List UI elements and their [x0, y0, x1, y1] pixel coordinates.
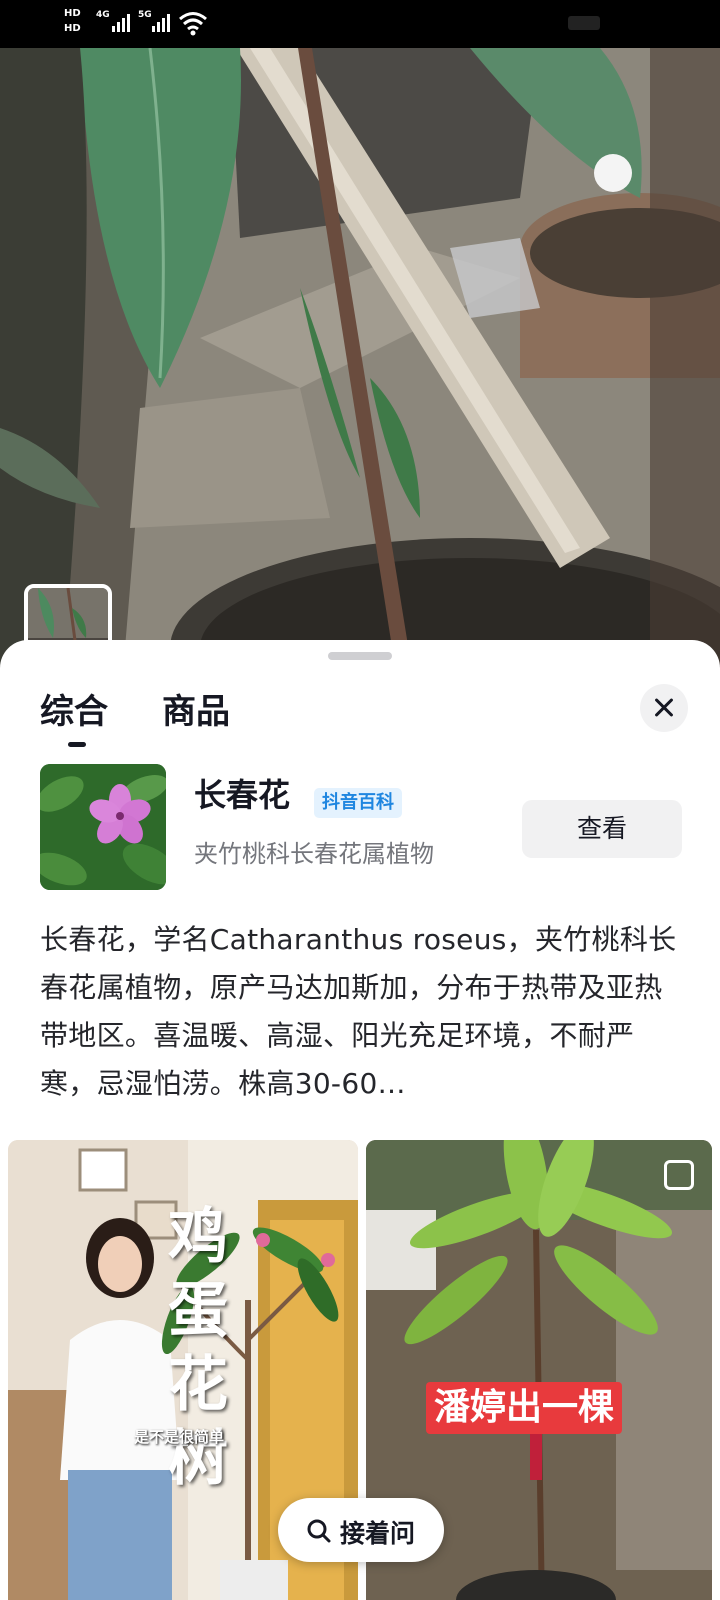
card-1-title: 鸡蛋花树	[168, 1202, 228, 1494]
result-sheet: 综合 商品 长春花 抖音百科 夹竹桃科长春花属植物 查看 长春花，学名Catha…	[0, 640, 720, 1600]
hd-label-1: HD	[64, 8, 81, 19]
result-description[interactable]: 长春花，学名Catharanthus roseus，夹竹桃科长春花属植物，原产马…	[40, 916, 684, 1108]
sheet-handle[interactable]	[328, 652, 392, 660]
hd-label-2: HD	[64, 23, 81, 34]
gallery-icon	[664, 1160, 694, 1190]
tab-comprehensive[interactable]: 综合	[40, 684, 108, 733]
network-type-2: 5G	[138, 10, 152, 20]
focus-indicator	[594, 154, 632, 192]
signal-icon-2	[152, 12, 170, 32]
camera-preview[interactable]	[0, 48, 720, 708]
wifi-icon	[179, 12, 207, 36]
card-1-caption: 是不是很简单	[134, 1428, 225, 1446]
plant-image[interactable]	[40, 764, 166, 890]
result-title: 长春花	[194, 776, 291, 814]
result-subtitle: 夹竹桃科长春花属植物	[194, 840, 434, 868]
source-badge: 抖音百科	[314, 788, 402, 818]
card-2-tag: 潘婷出一棵	[426, 1382, 623, 1434]
network-type-1: 4G	[96, 10, 110, 20]
search-icon	[307, 1519, 331, 1543]
periwinkle-flower-image	[40, 764, 166, 890]
ask-followup-button[interactable]: 接着问	[278, 1498, 444, 1562]
view-button[interactable]: 查看	[522, 800, 682, 858]
status-pill	[568, 16, 600, 30]
signal-icon-1	[112, 12, 130, 32]
tab-active-indicator	[68, 742, 86, 747]
status-bar: HD HD 4G 5G	[0, 0, 720, 48]
hd-indicator: HD HD	[64, 6, 94, 42]
ask-button-label: 接着问	[340, 1519, 416, 1548]
tab-products[interactable]: 商品	[162, 684, 230, 733]
close-icon[interactable]	[640, 684, 688, 732]
